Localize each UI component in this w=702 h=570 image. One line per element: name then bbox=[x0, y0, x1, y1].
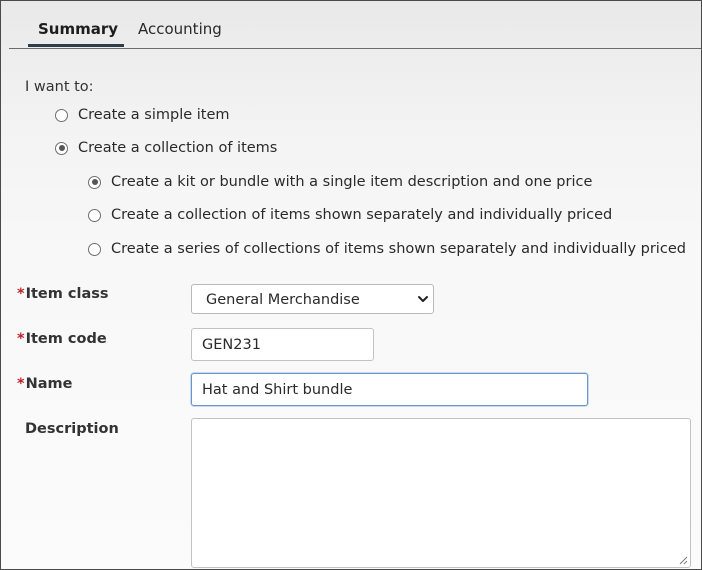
description-textarea[interactable] bbox=[191, 418, 691, 568]
radio-collection-of-items[interactable]: Create a collection of items bbox=[55, 138, 277, 158]
radio-simple-item[interactable]: Create a simple item bbox=[55, 105, 230, 125]
name-input[interactable] bbox=[191, 373, 588, 406]
item-class-selected-value: General Merchandise bbox=[206, 292, 360, 308]
tab-summary[interactable]: Summary bbox=[38, 19, 118, 39]
item-type-prompt: I want to: bbox=[25, 79, 94, 95]
item-code-label: *Item code bbox=[17, 329, 107, 349]
description-label: Description bbox=[25, 421, 119, 437]
chevron-down-icon bbox=[418, 296, 428, 302]
radio-label: Create a collection of items bbox=[78, 140, 278, 156]
required-marker: * bbox=[17, 331, 25, 347]
item-code-input[interactable] bbox=[191, 328, 374, 361]
radio-label: Create a kit or bundle with a single ite… bbox=[111, 174, 593, 190]
radio-kit-or-bundle[interactable]: Create a kit or bundle with a single ite… bbox=[88, 172, 592, 192]
radio-label: Create a simple item bbox=[78, 107, 230, 123]
required-marker: * bbox=[17, 286, 25, 302]
resize-grip-icon[interactable] bbox=[678, 555, 688, 565]
item-form-panel: Summary Accounting I want to: Create a s… bbox=[0, 0, 702, 570]
radio-button[interactable] bbox=[55, 141, 68, 155]
radio-label: Create a collection of items shown separ… bbox=[111, 207, 613, 223]
radio-button[interactable] bbox=[88, 208, 101, 222]
radio-button[interactable] bbox=[88, 175, 101, 189]
item-class-label-text: Item class bbox=[25, 286, 109, 302]
radio-collection-individually-priced[interactable]: Create a collection of items shown separ… bbox=[88, 205, 612, 225]
radio-button[interactable] bbox=[55, 108, 68, 122]
radio-series-of-collections[interactable]: Create a series of collections of items … bbox=[88, 239, 686, 259]
required-marker: * bbox=[17, 376, 25, 392]
tab-accounting[interactable]: Accounting bbox=[138, 19, 222, 39]
item-code-label-text: Item code bbox=[25, 331, 107, 347]
name-label: *Name bbox=[17, 374, 72, 394]
name-label-text: Name bbox=[25, 376, 73, 392]
item-class-select[interactable]: General Merchandise bbox=[191, 284, 434, 314]
active-tab-indicator bbox=[28, 44, 124, 47]
radio-label: Create a series of collections of items … bbox=[111, 241, 686, 257]
tab-bar: Summary Accounting bbox=[9, 1, 701, 49]
item-class-label: *Item class bbox=[17, 284, 109, 304]
radio-button[interactable] bbox=[88, 242, 101, 256]
